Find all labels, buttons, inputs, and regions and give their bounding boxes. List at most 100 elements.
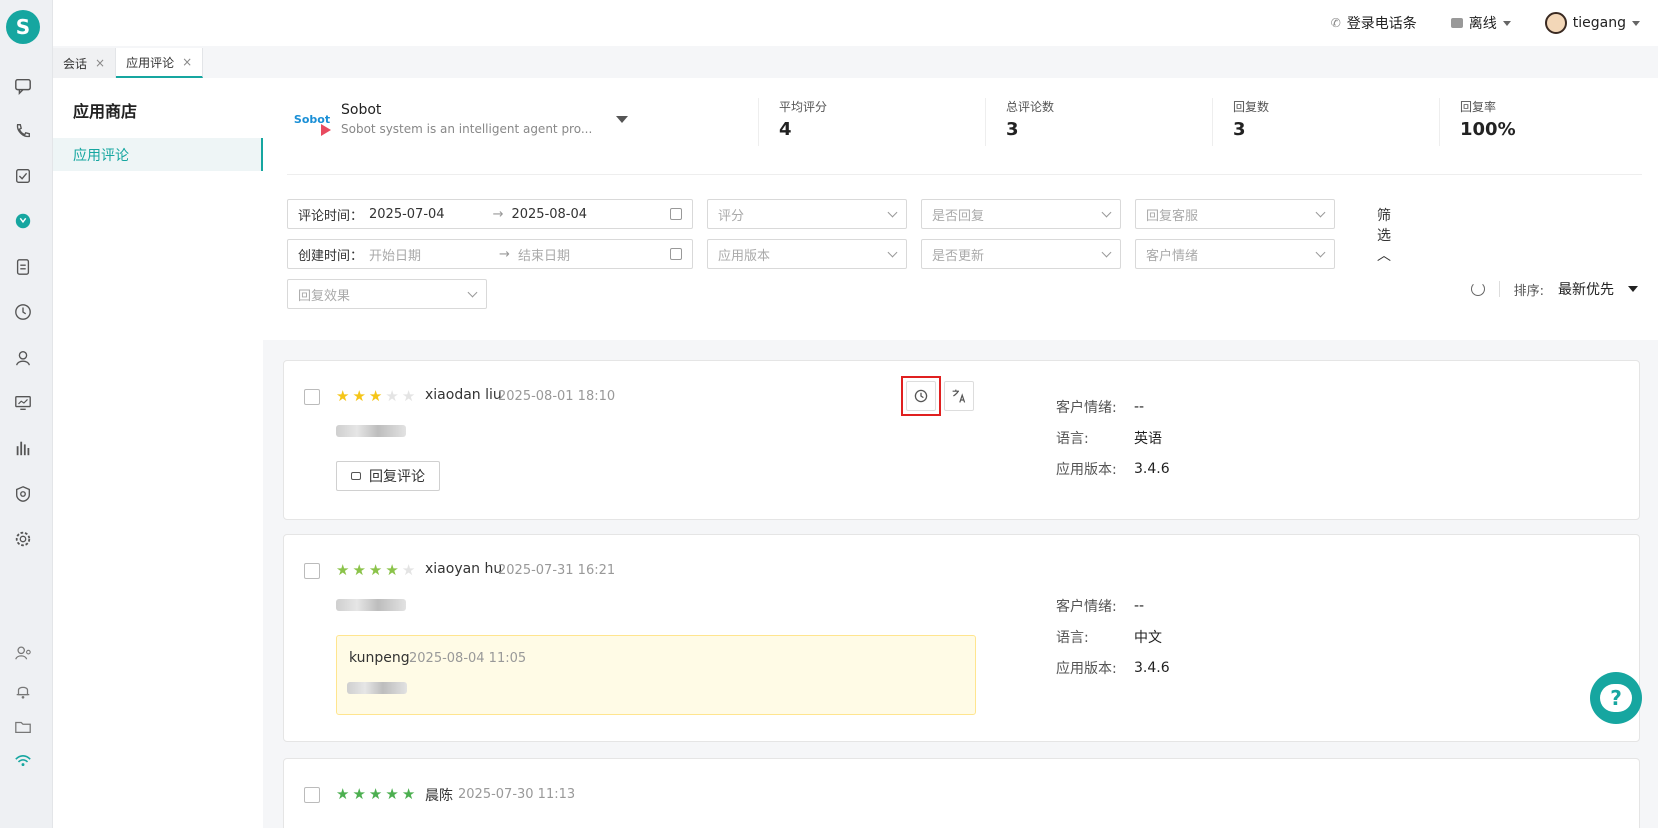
- review-time: 2025-07-30 11:13: [458, 787, 576, 802]
- agent-reply: kunpeng 2025-08-04 11:05: [336, 635, 976, 715]
- bell-icon[interactable]: [12, 680, 34, 702]
- user-settings-icon[interactable]: [12, 642, 34, 664]
- app-name: Sobot: [341, 102, 382, 118]
- review-checkbox[interactable]: [304, 389, 320, 405]
- language-value: 中文: [1134, 629, 1162, 646]
- star-filled-icon: ★: [336, 561, 350, 579]
- chevron-down-icon: [1101, 207, 1112, 218]
- rating-stars: ★ ★ ★ ★ ★: [336, 787, 415, 802]
- star-filled-icon: ★: [368, 387, 383, 405]
- help-question-icon: ?: [1600, 684, 1632, 712]
- updated-select[interactable]: 是否更新: [921, 239, 1121, 269]
- app-description: Sobot system is an intelligent agent pro…: [341, 122, 593, 136]
- task-icon[interactable]: [12, 165, 34, 187]
- reviewer-name: 晨陈: [425, 788, 453, 804]
- review-text-blurred: [336, 599, 406, 611]
- stat-reply-rate: 回复率 100%: [1439, 98, 1658, 146]
- app-store-icon[interactable]: [12, 210, 34, 232]
- sentiment-select[interactable]: 客户情绪: [1135, 239, 1335, 269]
- review-meta: 客户情绪: -- 语言: 中文 应用版本: 3.4.6: [1056, 597, 1170, 677]
- status-dropdown[interactable]: 离线: [1450, 13, 1511, 33]
- phone-small-icon: ✆: [1330, 16, 1341, 30]
- chevron-down-icon: [1101, 247, 1112, 258]
- avatar: [1544, 12, 1567, 34]
- star-empty-icon: ★: [385, 387, 399, 405]
- chevron-down-icon: [1315, 207, 1326, 218]
- user-menu[interactable]: tiegang: [1544, 12, 1640, 34]
- top-bar: ✆ 登录电话条 离线 tiegang: [53, 0, 1658, 46]
- analytics-icon[interactable]: [12, 437, 34, 459]
- app-selector[interactable]: Sobot Sobot Sobot system is an intellige…: [293, 100, 629, 138]
- phone-bar-login[interactable]: ✆ 登录电话条: [1331, 13, 1417, 33]
- create-time-range[interactable]: 创建时间： 开始日期 → 结束日期: [287, 239, 693, 269]
- reply-effect-select[interactable]: 回复效果: [287, 279, 487, 309]
- monitor-icon[interactable]: [12, 392, 34, 414]
- reply-time: 2025-08-04 11:05: [409, 651, 527, 666]
- reply-text-blurred: [347, 682, 407, 694]
- chevron-down-icon[interactable]: [1628, 286, 1638, 292]
- settings-gear-icon[interactable]: [12, 528, 34, 550]
- chevron-down-icon: [887, 247, 898, 258]
- nav-item-app-reviews[interactable]: 应用评论: [53, 138, 263, 171]
- review-meta: 客户情绪: -- 语言: 英语 应用版本: 3.4.6: [1056, 398, 1170, 478]
- review-card: ★ ★ ★ ★ ★ xiaodan liu 2025-08-01 18:10 回复评论 …: [283, 360, 1640, 520]
- folder-icon[interactable]: [12, 716, 34, 738]
- chevron-down-icon[interactable]: [616, 115, 629, 123]
- chevron-down-icon: [1315, 247, 1326, 258]
- refresh-icon[interactable]: [1470, 282, 1485, 296]
- tab-bar: 会话 × 应用评论 ×: [53, 46, 1658, 78]
- nav-title: 应用商店: [73, 102, 138, 121]
- star-filled-icon: ★: [336, 387, 350, 405]
- help-button[interactable]: ?: [1590, 672, 1642, 724]
- app-version-select[interactable]: 应用版本: [707, 239, 907, 269]
- star-filled-icon: ★: [368, 785, 383, 803]
- reviewer-name: xiaoyan hu: [425, 561, 503, 577]
- phone-icon[interactable]: [12, 120, 34, 142]
- divider: [1498, 281, 1500, 297]
- rating-stars: ★ ★ ★ ★ ★: [336, 563, 415, 578]
- shield-icon[interactable]: [12, 483, 34, 505]
- review-header: Sobot Sobot Sobot system is an intellige…: [263, 78, 1658, 340]
- star-filled-icon: ★: [352, 387, 366, 405]
- review-time: 2025-08-01 18:10: [498, 389, 616, 404]
- translate-button[interactable]: [944, 381, 974, 411]
- app-logo: Sobot: [293, 100, 331, 138]
- translate-icon: [952, 389, 966, 403]
- sort-bar: 排序: 最新优先: [1470, 279, 1638, 299]
- rating-stars: ★ ★ ★ ★ ★: [336, 389, 415, 404]
- document-icon[interactable]: [12, 256, 34, 278]
- stats-row: 平均评分 4 总评论数 3 回复数 3 回复率 100%: [758, 98, 1658, 146]
- chat-icon[interactable]: [12, 75, 34, 97]
- star-filled-icon: ★: [385, 561, 399, 579]
- star-filled-icon: ★: [368, 561, 383, 579]
- sort-dropdown[interactable]: 最新优先: [1558, 279, 1614, 299]
- version-value: 3.4.6: [1134, 460, 1170, 477]
- chevron-down-icon: [1502, 20, 1511, 26]
- history-icon[interactable]: [12, 301, 34, 323]
- review-checkbox[interactable]: [304, 787, 320, 803]
- star-empty-icon: ★: [401, 561, 416, 579]
- review-time-range[interactable]: 评论时间： 2025-07-04 → 2025-08-04: [287, 199, 693, 229]
- comment-icon: [351, 472, 361, 480]
- history-button[interactable]: [906, 381, 936, 411]
- tab-conversation[interactable]: 会话 ×: [53, 48, 117, 78]
- star-empty-icon: ★: [401, 387, 416, 405]
- star-filled-icon: ★: [352, 561, 366, 579]
- replied-select[interactable]: 是否回复: [921, 199, 1121, 229]
- contacts-icon[interactable]: [12, 347, 34, 369]
- play-icon: [321, 124, 331, 136]
- star-filled-icon: ★: [336, 785, 350, 803]
- review-checkbox[interactable]: [304, 563, 320, 579]
- status-message-icon: [1450, 18, 1463, 28]
- close-icon[interactable]: ×: [95, 56, 105, 70]
- reply-review-button[interactable]: 回复评论: [336, 461, 440, 491]
- stat-average-rating: 平均评分 4: [758, 98, 985, 146]
- wifi-icon: [12, 750, 34, 772]
- rating-select[interactable]: 评分: [707, 199, 907, 229]
- tab-app-reviews[interactable]: 应用评论 ×: [116, 48, 204, 78]
- brand-logo[interactable]: S: [6, 10, 40, 44]
- close-icon[interactable]: ×: [182, 55, 192, 69]
- filter-toggle-button[interactable]: 筛选 ︿: [1377, 205, 1391, 265]
- reply-agent-select[interactable]: 回复客服: [1135, 199, 1335, 229]
- stat-total-reviews: 总评论数 3: [985, 98, 1212, 146]
